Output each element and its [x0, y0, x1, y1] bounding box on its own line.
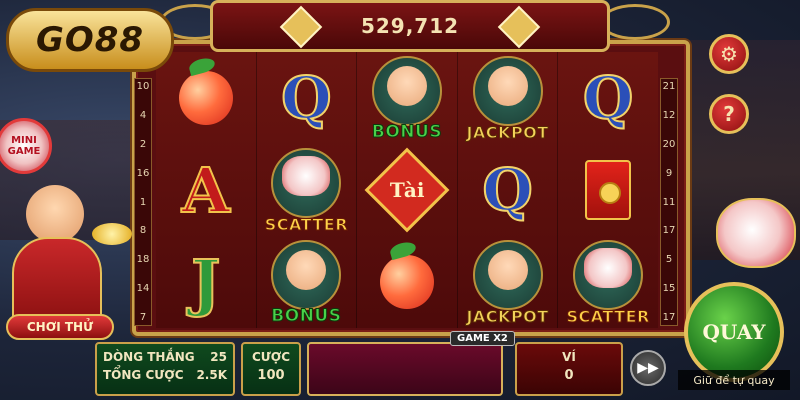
- reel-column: Q SCATTER: [558, 52, 658, 328]
- total-bet-label: TỔNG CƯỢC: [103, 368, 184, 382]
- pay-line-number: 12: [662, 109, 676, 121]
- fortune-god-icon: [487, 66, 528, 106]
- settings-button[interactable]: ⚙: [709, 34, 749, 74]
- pay-line-number: 21: [662, 81, 676, 92]
- symbol-label-bonus: BONUS: [271, 306, 342, 327]
- logo-text: GO88: [35, 20, 145, 60]
- symbol-label-jackpot: JACKPOT: [466, 307, 549, 327]
- tai-label: Tài: [389, 177, 425, 202]
- symbol-q: Q: [280, 63, 333, 133]
- pay-line-number: 4: [139, 109, 147, 121]
- pay-line-number: 2: [139, 138, 147, 150]
- pay-line-number: 1: [139, 196, 147, 208]
- symbol-label-scatter: SCATTER: [566, 307, 650, 327]
- reel-cell: A: [156, 144, 256, 236]
- pay-line-number: 20: [662, 138, 676, 150]
- winning-lines-label: DÒNG THẮNG: [103, 350, 195, 364]
- reel-cell: [357, 236, 457, 328]
- symbol-label-bonus: BONUS: [371, 122, 443, 143]
- lion-head-icon: [584, 248, 633, 288]
- mini-game-label-1: MINI: [11, 135, 37, 146]
- winning-lines-value: 25: [210, 350, 227, 364]
- symbol-q: Q: [481, 155, 534, 225]
- try-play-button[interactable]: CHƠI THỬ: [6, 314, 114, 340]
- symbol-j: J: [190, 245, 221, 320]
- child-figure-icon: [386, 66, 427, 106]
- gold-ingot-icon: [92, 223, 132, 245]
- reel-cell: Q: [257, 52, 357, 144]
- help-icon: ?: [723, 102, 735, 126]
- lion-head: [716, 198, 796, 268]
- pay-line-number: 18: [136, 254, 150, 266]
- jackpot-value: 529,712: [360, 14, 460, 38]
- wallet-panel: VÍ 0: [515, 342, 623, 396]
- gear-icon: ⚙: [720, 42, 738, 66]
- pay-line-number: 17: [662, 225, 676, 237]
- symbol-a: A: [181, 153, 231, 228]
- bet-selector[interactable]: CƯỢC 100: [241, 342, 301, 396]
- bet-label: CƯỢC: [251, 350, 291, 364]
- reel-grid: A J Q SCATTER BONUS BONUS Tài JACKPOT Q JACKPOT Q S…: [156, 52, 658, 328]
- wallet-value: 0: [564, 368, 574, 383]
- lion-head-icon: [282, 156, 331, 196]
- tai-symbol: Tài: [364, 147, 450, 233]
- reel-cell: JACKPOT: [458, 52, 558, 144]
- fast-forward-button[interactable]: ▶▶: [630, 350, 666, 386]
- bet-value: 100: [257, 368, 285, 383]
- wallet-label: VÍ: [562, 350, 576, 364]
- reel-cell: BONUS: [257, 236, 357, 328]
- win-display: [307, 342, 503, 396]
- game-stage: 529,712 10 4 2 16 1 8 18 14 7 21 12 20 9 11 17 5 15 17 A…: [0, 0, 800, 400]
- total-bet-value: 2.5K: [196, 368, 227, 382]
- pay-line-number: 10: [136, 81, 150, 92]
- pay-line-number: 8: [139, 225, 147, 237]
- auto-spin-hint: Giữ để tự quay: [678, 370, 790, 390]
- reel-cell: SCATTER: [257, 144, 357, 236]
- fast-forward-icon: ▶▶: [637, 360, 659, 376]
- reel-cell: [156, 52, 256, 144]
- reel-cell: Tài: [357, 144, 457, 236]
- mini-game-label-2: GAME: [7, 146, 41, 157]
- pay-line-number: 11: [662, 196, 676, 208]
- peach-icon: [379, 255, 434, 309]
- fortune-god-head: [26, 185, 84, 243]
- pay-line-numbers-left: 10 4 2 16 1 8 18 14 7: [134, 78, 152, 326]
- reel-column: Q SCATTER BONUS: [257, 52, 358, 328]
- help-button[interactable]: ?: [709, 94, 749, 134]
- brand-logo: GO88: [6, 8, 174, 72]
- pay-line-number: 14: [136, 283, 150, 295]
- lines-and-total-bet-panel: DÒNG THẮNG 25 TỔNG CƯỢC 2.5K: [95, 342, 235, 396]
- symbol-q: Q: [582, 63, 635, 133]
- reel-cell: JACKPOT: [458, 236, 558, 328]
- red-envelope-icon: [585, 160, 632, 220]
- pay-line-number: 9: [665, 167, 673, 179]
- reel-column: JACKPOT Q JACKPOT: [458, 52, 559, 328]
- top-ornament-right: [600, 4, 670, 40]
- peach-icon: [178, 71, 233, 125]
- reel-cell: SCATTER: [558, 236, 658, 328]
- fortune-god-icon: [487, 250, 528, 290]
- fortune-god-character: [0, 185, 135, 335]
- reel-cell: [558, 144, 658, 236]
- reel-cell: J: [156, 236, 256, 328]
- pay-line-number: 7: [139, 312, 147, 323]
- reel-cell: Q: [458, 144, 558, 236]
- lion-dance-character: [706, 188, 800, 298]
- game-x2-badge[interactable]: GAME X2: [450, 331, 515, 346]
- pay-line-numbers-right: 21 12 20 9 11 17 5 15 17: [660, 78, 678, 326]
- pay-line-number: 5: [665, 254, 673, 266]
- symbol-label-scatter: SCATTER: [264, 215, 349, 235]
- reel-cell: Q: [558, 52, 658, 144]
- symbol-label-jackpot: JACKPOT: [466, 123, 549, 143]
- pay-line-number: 16: [136, 167, 150, 179]
- pay-line-number: 15: [662, 283, 676, 295]
- spin-button[interactable]: QUAY: [684, 282, 784, 382]
- reel-column: AJ: [156, 52, 257, 328]
- reel-cell: BONUS: [357, 52, 457, 144]
- reel-column: BONUS Tài: [357, 52, 458, 328]
- pay-line-number: 17: [662, 312, 676, 323]
